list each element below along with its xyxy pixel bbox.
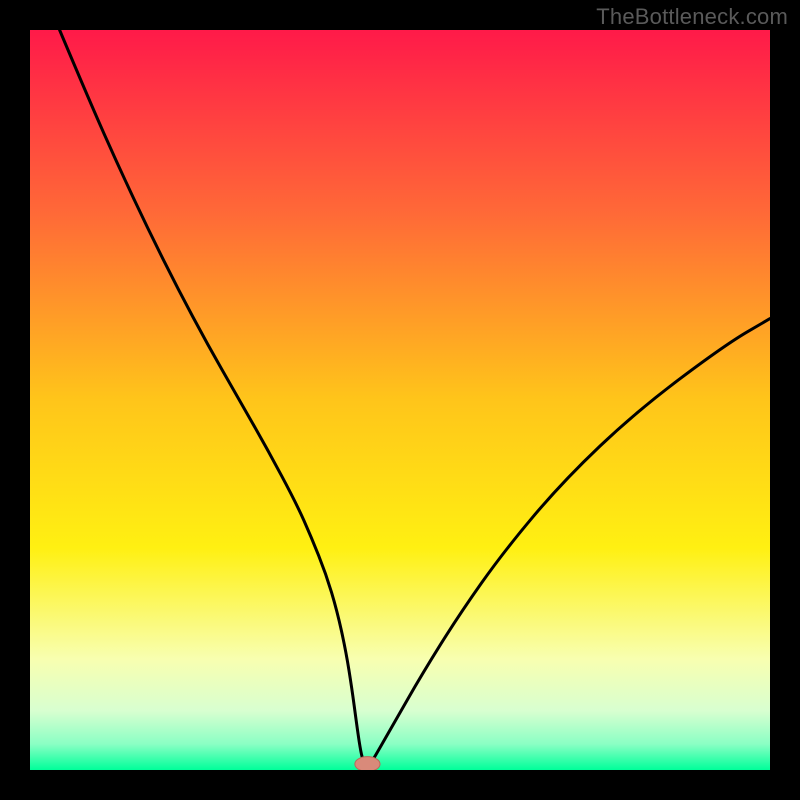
chart-marker (355, 757, 380, 772)
chart-svg (0, 0, 800, 800)
bottleneck-chart (0, 0, 800, 800)
watermark-text: TheBottleneck.com (596, 4, 788, 30)
chart-background (30, 30, 770, 770)
